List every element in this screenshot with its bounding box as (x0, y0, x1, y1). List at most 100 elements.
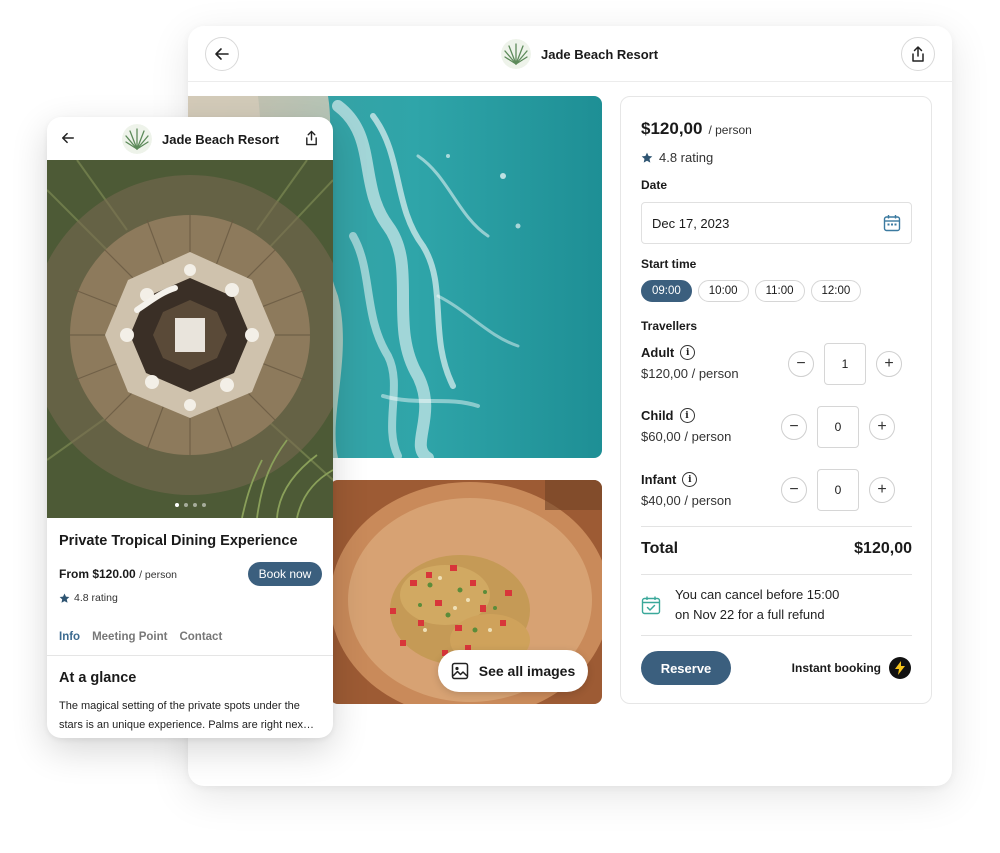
infant-count[interactable]: 0 (817, 469, 859, 511)
carousel-dot[interactable] (192, 503, 197, 507)
child-increment-button[interactable]: + (869, 414, 895, 440)
description-line-2: stars is an unique experience. Palms are… (59, 719, 314, 731)
rating-line: 4.8 rating (641, 150, 713, 165)
calendar-icon (883, 215, 901, 232)
desktop-header: Jade Beach Resort (188, 26, 952, 82)
traveller-child-name-row: Child i (641, 408, 731, 423)
total-value: $120,00 (854, 540, 912, 557)
share-button[interactable] (901, 37, 935, 71)
date-value: Dec 17, 2023 (652, 215, 730, 231)
cancellation-text: You can cancel before 15:00 on Nov 22 fo… (675, 585, 839, 625)
minus-icon: − (789, 418, 799, 435)
start-time-label: Start time (641, 257, 697, 271)
divider (641, 574, 912, 575)
mobile-brand-name: Jade Beach Resort (162, 131, 280, 147)
section-title: At a glance (59, 670, 137, 686)
back-button[interactable] (205, 37, 239, 71)
infant-increment-button[interactable]: + (869, 477, 895, 503)
traveller-child: Child i $60,00 / person (641, 408, 731, 444)
mobile-tabs: Info Meeting Point Contact (59, 631, 222, 643)
time-option-1200[interactable]: 12:00 (810, 280, 862, 302)
reserve-button[interactable]: Reserve (641, 651, 731, 685)
booking-panel: $120,00 / person 4.8 rating Date Dec 17,… (620, 96, 932, 704)
infant-decrement-button[interactable]: − (781, 477, 807, 503)
mobile-rating-text: 4.8 rating (74, 592, 118, 604)
calendar-check-icon (641, 596, 661, 615)
share-icon (912, 46, 924, 62)
info-icon[interactable]: i (679, 408, 695, 423)
cancellation-line-2: on Nov 22 for a full refund (675, 607, 825, 622)
traveller-infant-name-row: Infant i (641, 472, 731, 487)
traveller-adult: Adult i $120,00 / person (641, 345, 739, 381)
carousel-dot[interactable] (183, 503, 188, 507)
minus-icon: − (796, 355, 806, 372)
mobile-price-value: From $120.00 (59, 567, 136, 581)
traveller-child-name: Child (641, 408, 674, 423)
instant-booking: Instant booking (792, 657, 911, 679)
arrow-left-icon (215, 48, 229, 60)
traveller-infant: Infant i $40,00 / person (641, 472, 731, 508)
date-label: Date (641, 178, 668, 192)
child-decrement-button[interactable]: − (781, 414, 807, 440)
traveller-adult-name-row: Adult i (641, 345, 739, 360)
carousel-dots[interactable] (47, 503, 333, 507)
image-icon (451, 662, 468, 680)
info-icon[interactable]: i (680, 345, 696, 360)
tab-info[interactable]: Info (59, 631, 80, 643)
info-icon[interactable]: i (682, 472, 698, 487)
divider (47, 655, 333, 656)
star-icon (59, 593, 70, 603)
mobile-price-unit: / person (139, 569, 178, 581)
tab-contact[interactable]: Contact (179, 631, 222, 643)
time-options: 09:00 10:00 11:00 12:00 (641, 280, 862, 302)
mobile-brand: Jade Beach Resort (122, 124, 279, 154)
arrow-left-icon[interactable] (61, 131, 75, 145)
price-value: $120,00 (641, 119, 703, 138)
time-option-1000[interactable]: 10:00 (697, 280, 749, 302)
adult-decrement-button[interactable]: − (788, 351, 814, 377)
instant-booking-label: Instant booking (791, 661, 881, 675)
infant-stepper: − 0 + (781, 469, 895, 511)
adult-count[interactable]: 1 (824, 343, 866, 385)
divider (641, 635, 912, 636)
time-option-0900[interactable]: 09:00 (641, 280, 692, 302)
palm-logo-icon (122, 124, 152, 154)
mobile-card: Jade Beach Resort Private Tropical Dinin… (47, 117, 333, 738)
cancellation-note: You can cancel before 15:00 on Nov 22 fo… (641, 585, 839, 625)
star-icon (641, 152, 653, 163)
see-all-images-button[interactable]: See all images (438, 650, 588, 692)
rating-text: 4.8 rating (659, 150, 714, 165)
traveller-adult-name: Adult (641, 345, 675, 360)
date-field[interactable]: Dec 17, 2023 (641, 202, 912, 244)
traveller-infant-name: Infant (641, 472, 677, 487)
time-option-1100[interactable]: 11:00 (754, 280, 805, 302)
cancellation-line-1: You can cancel before 15:00 (675, 587, 840, 602)
dining-hut-aerial-image[interactable] (47, 160, 333, 518)
plus-icon: + (877, 481, 887, 498)
mobile-rating: 4.8 rating (59, 592, 118, 604)
tab-meeting-point[interactable]: Meeting Point (92, 631, 167, 643)
traveller-adult-price: $120,00 / person (641, 366, 739, 381)
carousel-dot[interactable] (201, 503, 206, 507)
mobile-header: Jade Beach Resort (47, 117, 333, 160)
minus-icon: − (789, 481, 799, 498)
travellers-label: Travellers (641, 319, 698, 333)
experience-title: Private Tropical Dining Experience (59, 533, 298, 549)
carousel-dot[interactable] (174, 503, 179, 507)
traveller-child-price: $60,00 / person (641, 429, 732, 444)
child-count[interactable]: 0 (817, 406, 859, 448)
brand: Jade Beach Resort (501, 39, 658, 69)
adult-stepper: − 1 + (788, 343, 902, 385)
mobile-price: From $120.00 / person (59, 567, 177, 581)
total-label: Total (641, 540, 679, 557)
brand-name: Jade Beach Resort (541, 46, 659, 62)
description-line-1: The magical setting of the private spots… (59, 700, 300, 712)
price-unit: / person (708, 123, 752, 137)
plus-icon: + (884, 355, 894, 372)
see-all-images-label: See all images (478, 663, 576, 679)
traveller-infant-price: $40,00 / person (641, 493, 732, 508)
child-stepper: − 0 + (781, 406, 895, 448)
adult-increment-button[interactable]: + (876, 351, 902, 377)
share-icon[interactable] (304, 129, 319, 147)
book-now-button[interactable]: Book now (248, 562, 322, 586)
